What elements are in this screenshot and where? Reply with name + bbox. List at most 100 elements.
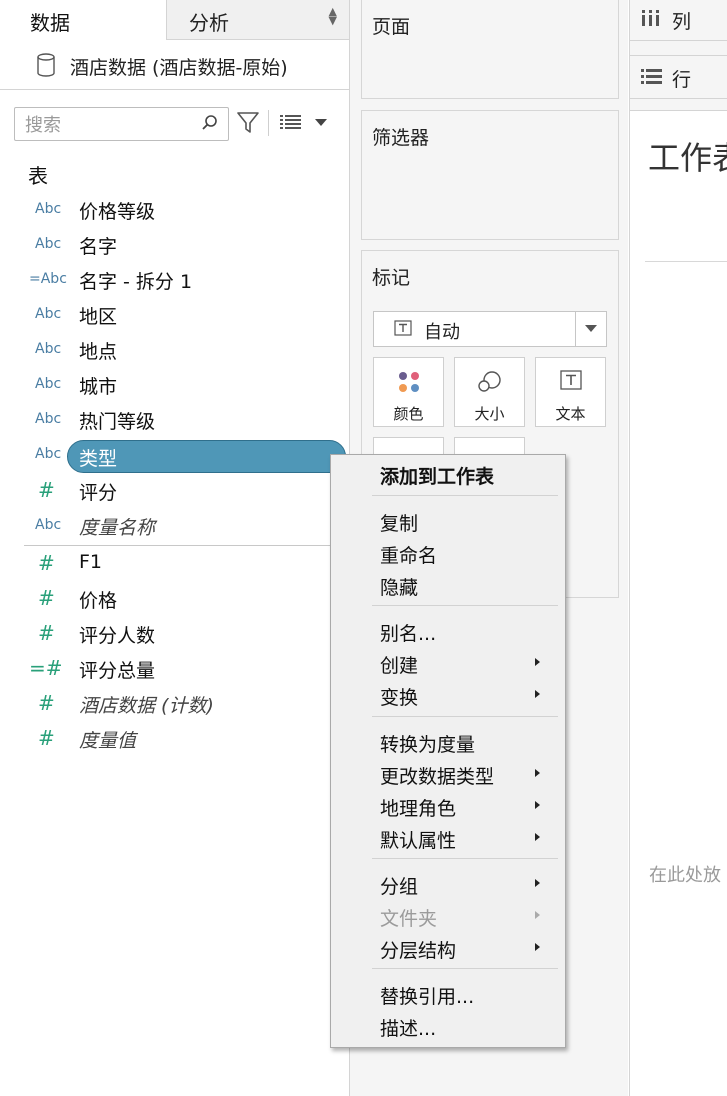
submenu-arrow-icon xyxy=(535,943,540,951)
menu-item-create[interactable]: 创建 xyxy=(380,651,418,678)
worksheet-canvas[interactable] xyxy=(629,110,727,1096)
color-icon xyxy=(374,370,443,398)
menu-item-transform[interactable]: 变换 xyxy=(380,683,418,710)
columns-label: 列 xyxy=(672,11,692,33)
tab-analysis[interactable]: 分析 ▲ ▼ xyxy=(166,0,349,40)
field-item[interactable]: # 评分人数 xyxy=(0,617,349,652)
number-type-icon: # xyxy=(38,586,55,610)
menu-item-change-data-type[interactable]: 更改数据类型 xyxy=(380,762,494,789)
field-name: 名字 xyxy=(79,236,118,258)
string-type-icon: Abc xyxy=(35,341,62,357)
database-icon xyxy=(36,53,56,81)
menu-separator xyxy=(372,968,558,969)
field-item[interactable]: Abc 地区 xyxy=(0,298,349,333)
menu-item-replace-references[interactable]: 替换引用... xyxy=(380,982,474,1009)
color-button[interactable]: 颜色 xyxy=(373,357,444,427)
mark-type-label: 自动 xyxy=(424,322,460,343)
submenu-arrow-icon xyxy=(535,690,540,698)
filters-shelf-title: 筛选器 xyxy=(372,127,430,149)
menu-item-add-to-sheet[interactable]: 添加到工作表 xyxy=(380,462,494,489)
field-item[interactable]: # 评分 xyxy=(0,474,349,509)
field-name: 评分总量 xyxy=(79,660,156,682)
menu-item-group-by[interactable]: 分组 xyxy=(380,872,418,899)
field-item[interactable]: # 价格 xyxy=(0,582,349,617)
mark-type-dropdown[interactable]: 自动 xyxy=(373,311,607,347)
filter-icon[interactable] xyxy=(236,110,260,140)
field-name: 类型 xyxy=(79,448,118,470)
number-type-icon: # xyxy=(38,621,55,645)
chevron-down-icon[interactable] xyxy=(314,114,328,133)
string-type-icon: Abc xyxy=(35,306,62,322)
field-item[interactable]: Abc 城市 xyxy=(0,368,349,403)
field-name: 城市 xyxy=(79,376,118,398)
menu-item-describe[interactable]: 描述... xyxy=(380,1014,436,1041)
datasource-item[interactable]: 酒店数据 (酒店数据-原始) xyxy=(0,40,349,90)
menu-item-aliases[interactable]: 别名... xyxy=(380,619,436,646)
field-item[interactable]: # 酒店数据 (计数) xyxy=(0,687,349,722)
menu-separator xyxy=(372,858,558,859)
field-name: 地点 xyxy=(79,341,118,363)
search-input[interactable] xyxy=(23,112,197,138)
worksheet-title[interactable]: 工作表 xyxy=(648,133,727,179)
field-name: 价格等级 xyxy=(79,201,156,223)
menu-item-rename[interactable]: 重命名 xyxy=(380,541,437,568)
field-name: 评分人数 xyxy=(79,625,156,647)
dimension-measure-divider xyxy=(24,545,349,546)
field-name: 价格 xyxy=(79,590,118,612)
field-name: 评分 xyxy=(79,482,118,504)
string-type-icon: Abc xyxy=(35,201,62,217)
columns-icon xyxy=(641,10,661,32)
toolbar-divider xyxy=(268,110,269,136)
field-item[interactable]: # 度量值 xyxy=(0,722,349,757)
field-item[interactable]: Abc 热门等级 xyxy=(0,403,349,438)
menu-item-hierarchy[interactable]: 分层结构 xyxy=(380,936,456,963)
field-name: 热门等级 xyxy=(79,411,156,433)
list-view-icon[interactable] xyxy=(280,114,302,134)
menu-item-default-properties[interactable]: 默认属性 xyxy=(380,826,456,853)
field-item[interactable]: =# 评分总量 xyxy=(0,652,349,687)
string-type-icon: Abc xyxy=(35,446,62,462)
text-button[interactable]: 文本 xyxy=(535,357,606,427)
field-name: 度量名称 xyxy=(79,517,156,539)
field-item[interactable]: # F1 xyxy=(0,547,349,582)
menu-item-hide[interactable]: 隐藏 xyxy=(380,573,418,600)
field-item[interactable]: Abc 地点 xyxy=(0,333,349,368)
number-type-icon: # xyxy=(38,691,55,715)
field-item[interactable]: =Abc 名字 - 拆分 1 xyxy=(0,263,349,298)
submenu-arrow-icon xyxy=(535,801,540,809)
search-icon[interactable] xyxy=(201,114,219,136)
number-type-icon: # xyxy=(38,551,55,575)
calculated-string-type-icon: =Abc xyxy=(29,271,67,287)
tables-heading: 表 xyxy=(28,164,48,188)
submenu-arrow-icon xyxy=(535,911,540,919)
string-type-icon: Abc xyxy=(35,411,62,427)
filters-shelf[interactable]: 筛选器 xyxy=(361,110,619,240)
menu-item-geographic-role[interactable]: 地理角色 xyxy=(380,794,456,821)
columns-shelf[interactable]: 列 xyxy=(629,0,727,41)
chevron-down-icon[interactable] xyxy=(585,325,597,332)
size-label: 大小 xyxy=(474,405,505,423)
datasource-label: 酒店数据 (酒店数据-原始) xyxy=(70,57,288,79)
tab-data[interactable]: 数据 xyxy=(0,0,165,40)
drop-field-hint: 在此处放 xyxy=(649,865,721,886)
string-type-icon: Abc xyxy=(35,517,62,533)
pages-shelf-title: 页面 xyxy=(372,16,411,38)
rows-icon xyxy=(641,68,663,90)
field-name: 名字 - 拆分 1 xyxy=(79,271,193,293)
field-item[interactable]: Abc 度量名称 xyxy=(0,509,349,544)
size-button[interactable]: 大小 xyxy=(454,357,525,427)
field-name: F1 xyxy=(79,551,103,573)
selected-field-pill[interactable]: 类型 xyxy=(67,440,346,473)
field-item[interactable]: Abc 价格等级 xyxy=(0,193,349,228)
menu-item-duplicate[interactable]: 复制 xyxy=(380,509,418,536)
submenu-arrow-icon xyxy=(535,833,540,841)
pages-shelf[interactable]: 页面 xyxy=(361,0,619,99)
field-item[interactable]: Abc 名字 xyxy=(0,228,349,263)
tab-data-label: 数据 xyxy=(30,11,70,35)
menu-item-convert-to-measure[interactable]: 转换为度量 xyxy=(380,730,475,757)
search-box[interactable] xyxy=(14,107,229,141)
sort-updown-icon[interactable]: ▲ ▼ xyxy=(329,6,337,26)
submenu-arrow-icon xyxy=(535,658,540,666)
rows-shelf[interactable]: 行 xyxy=(629,55,727,99)
string-type-icon: Abc xyxy=(35,236,62,252)
